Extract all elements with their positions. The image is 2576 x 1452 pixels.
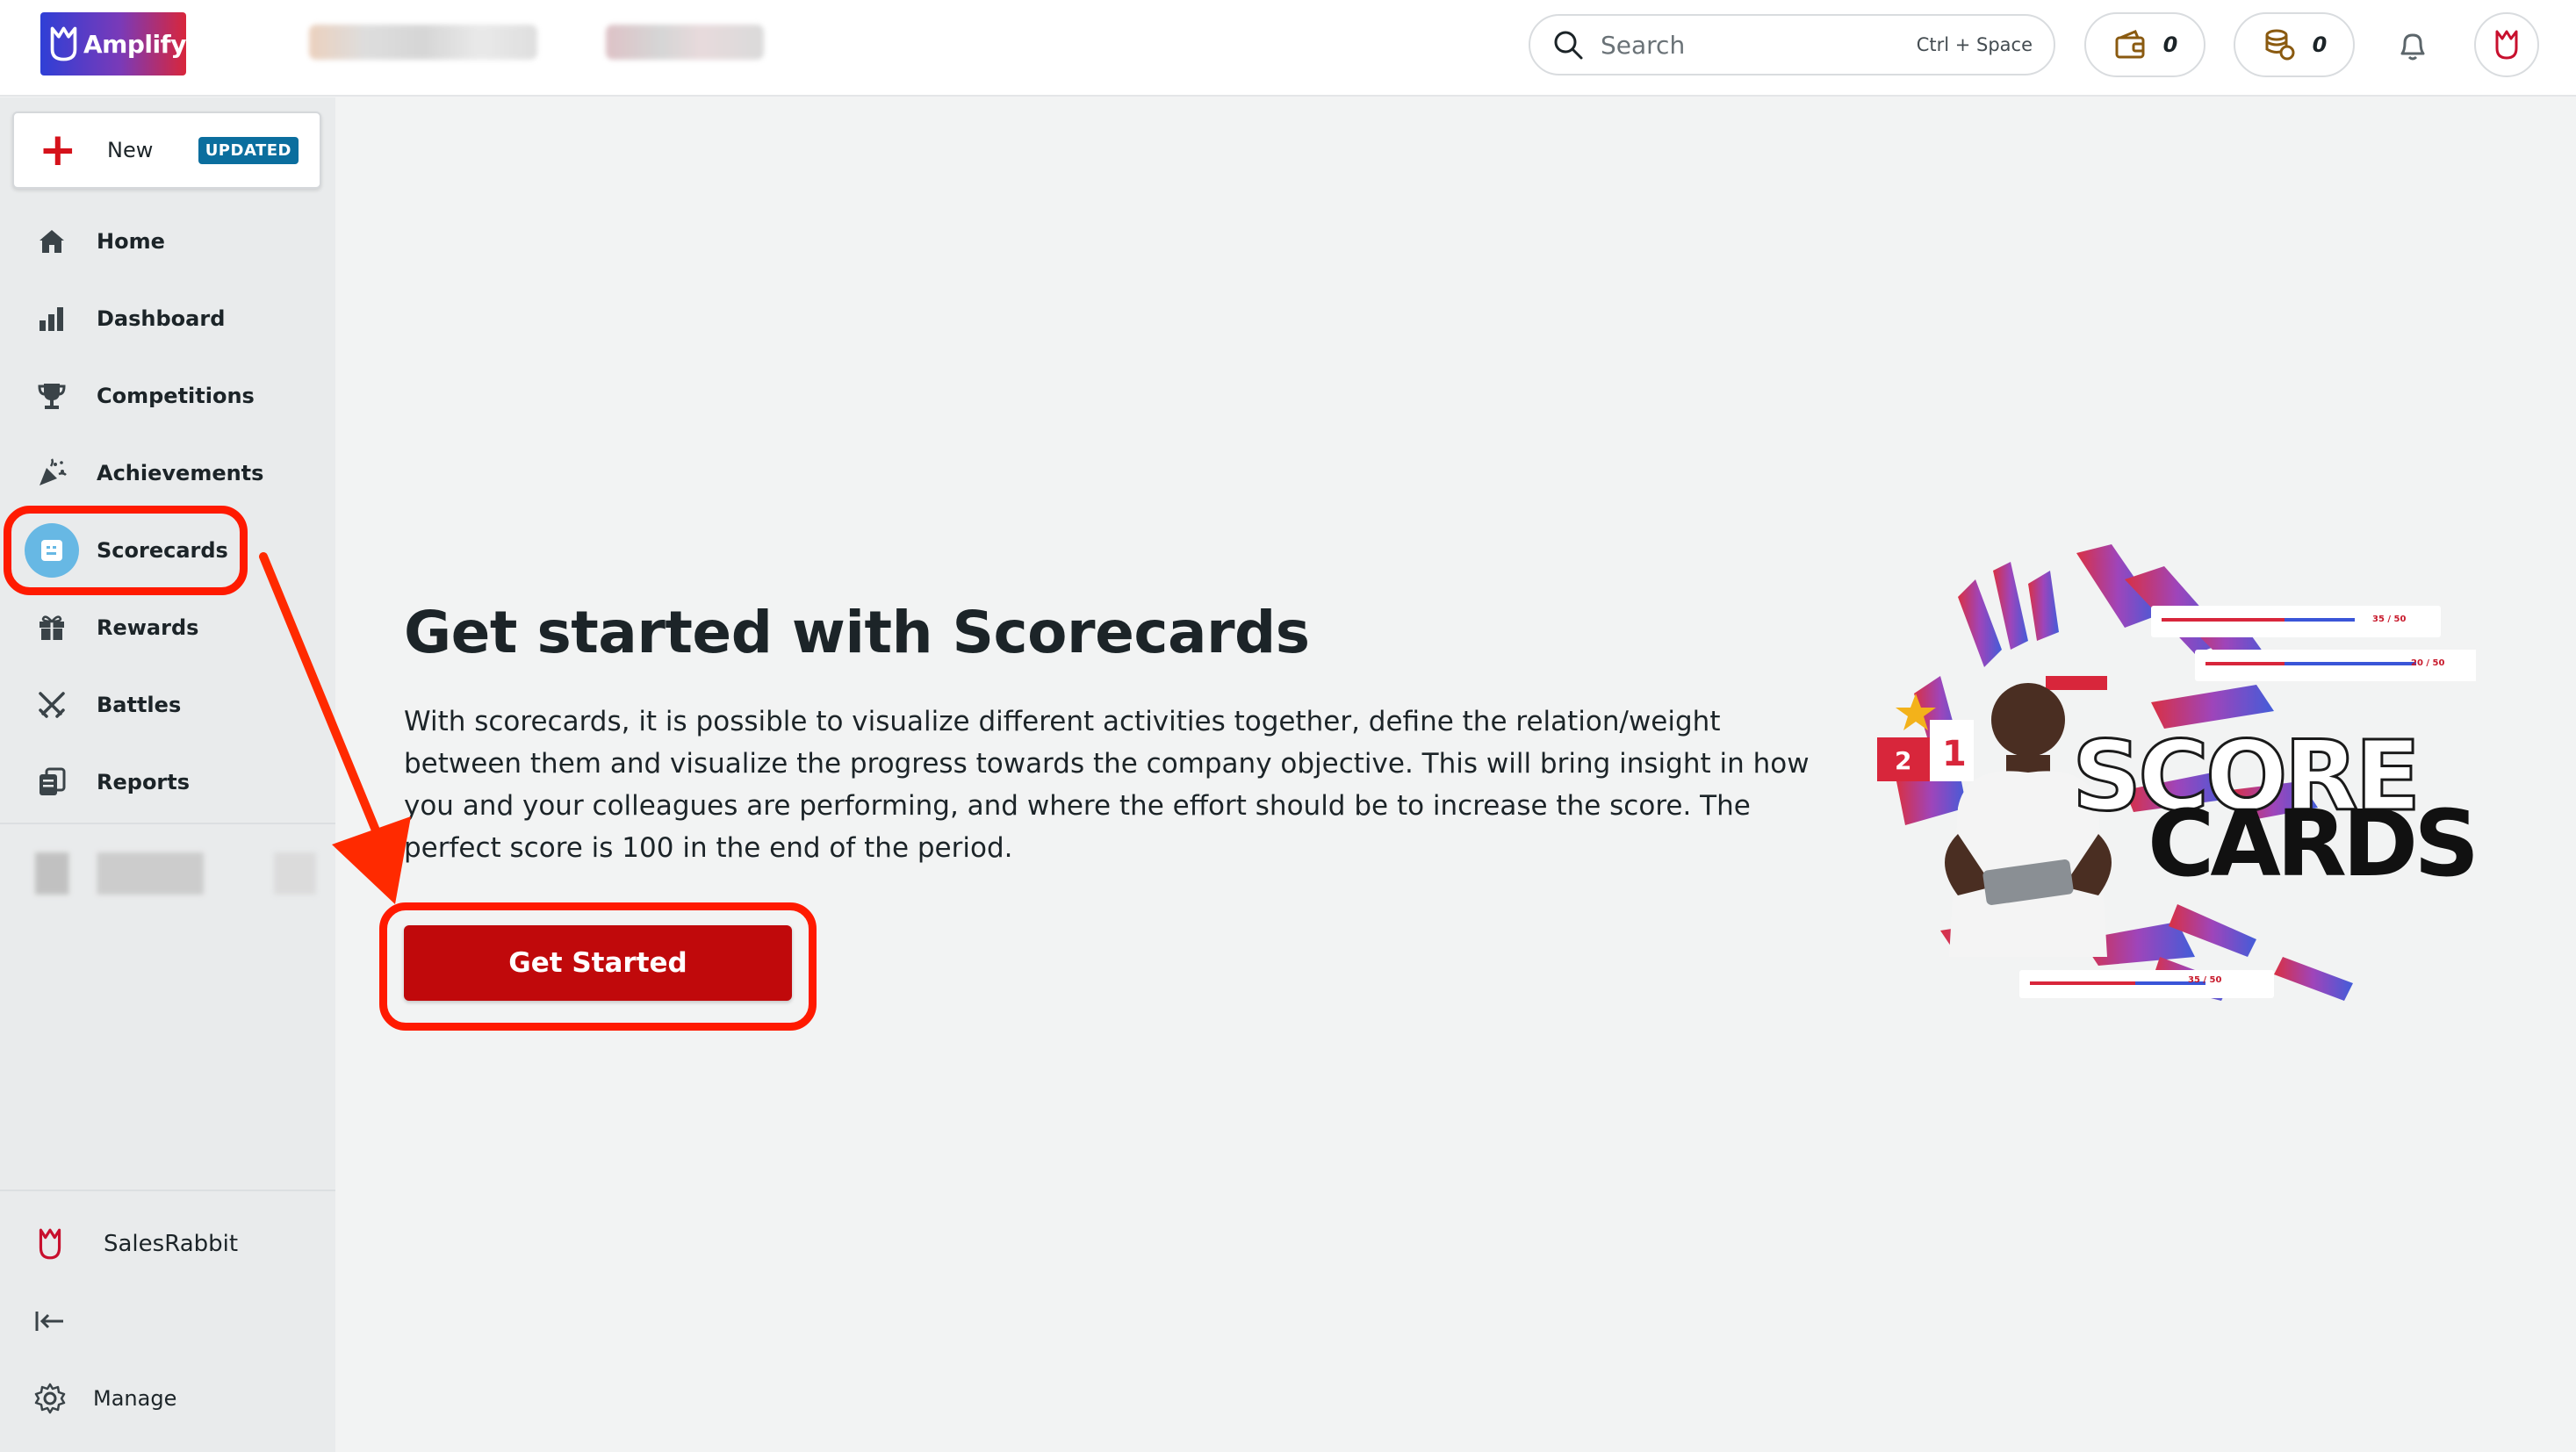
- org-name: SalesRabbit: [104, 1231, 239, 1257]
- progress-label: 35 / 50: [2188, 975, 2222, 985]
- divider: [0, 823, 335, 824]
- bell-icon[interactable]: [2393, 26, 2432, 65]
- sidebar: + New UPDATED Home Dashboard Competition…: [0, 97, 335, 1452]
- sidebar-item-battles[interactable]: Battles: [0, 670, 335, 740]
- illustration-word-cards: CARDS: [2148, 790, 2479, 897]
- updated-badge: UPDATED: [198, 136, 299, 164]
- coins-count: 0: [2312, 32, 2328, 57]
- sidebar-item-label: Dashboard: [97, 306, 226, 331]
- home-icon: [33, 223, 70, 260]
- progress-label: 20 / 50: [2411, 658, 2445, 668]
- collapse-sidebar-button[interactable]: [0, 1286, 335, 1356]
- progress-label: 35 / 50: [2372, 615, 2407, 624]
- sidebar-item-home[interactable]: Home: [0, 206, 335, 277]
- brand-name: Amplify: [83, 29, 187, 59]
- new-label: New: [107, 138, 154, 162]
- party-popper-icon: [33, 455, 70, 492]
- reports-icon: [33, 764, 70, 801]
- sidebar-item-rewards[interactable]: Rewards: [0, 593, 335, 663]
- sidebar-item-label: Achievements: [97, 461, 264, 485]
- bar-chart-icon: [33, 300, 70, 337]
- wallet-icon: [2115, 30, 2145, 59]
- wallet-button[interactable]: 0: [2084, 12, 2205, 77]
- annotation-highlight-get-started: [379, 902, 817, 1031]
- trophy-icon: [33, 377, 70, 414]
- sidebar-item-label: Reports: [97, 770, 191, 794]
- page-title: Get started with Scorecards: [404, 599, 1310, 666]
- search-placeholder: Search: [1601, 30, 1686, 60]
- sidebar-item-label: Home: [97, 229, 165, 254]
- coins-icon: [2265, 29, 2295, 61]
- podium-2-label: 2: [1895, 746, 1911, 775]
- search-shortcut: Ctrl + Space: [1916, 34, 2033, 55]
- collapse-arrow-icon: [35, 1312, 63, 1331]
- redacted-menu-item: [606, 25, 764, 60]
- wallet-count: 0: [2162, 32, 2178, 57]
- sidebar-item-label: Battles: [97, 693, 182, 717]
- coins-button[interactable]: 0: [2234, 12, 2355, 77]
- sidebar-item-dashboard[interactable]: Dashboard: [0, 284, 335, 354]
- sidebar-item-label: Competitions: [97, 384, 255, 408]
- annotation-highlight-scorecards: [4, 506, 248, 595]
- new-button[interactable]: + New UPDATED: [12, 111, 321, 189]
- search-icon: [1554, 31, 1583, 60]
- search-box[interactable]: Search Ctrl + Space: [1529, 14, 2055, 75]
- sidebar-item-competitions[interactable]: Competitions: [0, 361, 335, 431]
- top-bar: Amplify Search Ctrl + Space 0 0: [0, 0, 2576, 97]
- sidebar-item-achievements[interactable]: Achievements: [0, 438, 335, 508]
- gear-icon: [34, 1383, 66, 1414]
- divider: [0, 1190, 335, 1191]
- sidebar-item-reports[interactable]: Reports: [0, 747, 335, 817]
- amplify-logo[interactable]: Amplify: [40, 12, 187, 75]
- rabbit-logo-icon: [2495, 30, 2518, 60]
- page-description: With scorecards, it is possible to visua…: [404, 706, 1810, 864]
- gift-icon: [33, 609, 70, 646]
- rabbit-logo-icon: [50, 26, 77, 61]
- avatar[interactable]: [2474, 12, 2539, 77]
- sidebar-item-manage[interactable]: Manage: [0, 1363, 335, 1434]
- redacted-menu-item: [309, 25, 537, 60]
- sidebar-item-label: Rewards: [97, 615, 199, 640]
- manage-label: Manage: [93, 1386, 177, 1411]
- crossed-swords-icon: [33, 686, 70, 723]
- sidebar-item-org[interactable]: SalesRabbit: [0, 1209, 335, 1279]
- podium-1-label: 1: [1942, 734, 1967, 774]
- progress-card: [2019, 970, 2274, 998]
- plus-icon: +: [39, 124, 77, 176]
- redacted-sidebar-item: [35, 852, 316, 895]
- rabbit-logo-icon: [39, 1228, 61, 1260]
